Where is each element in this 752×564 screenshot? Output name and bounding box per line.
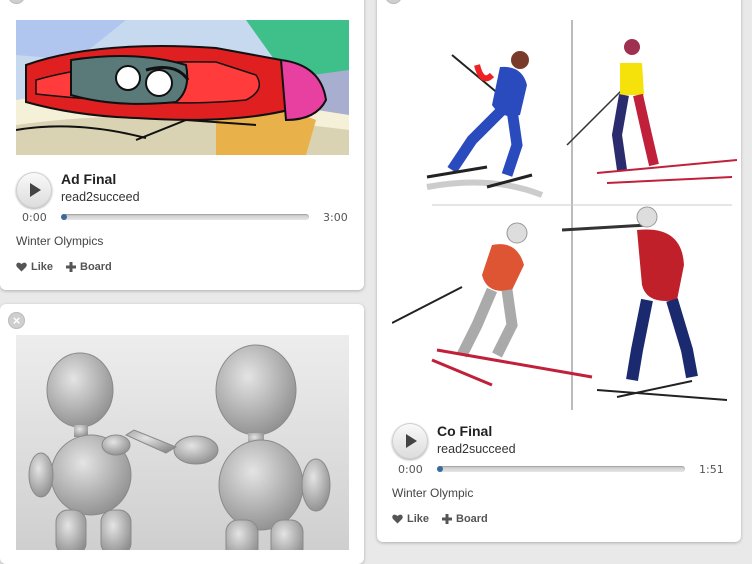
board-button[interactable]: Board bbox=[66, 261, 112, 273]
time-total: 3:00 bbox=[323, 211, 348, 224]
board-label: Board bbox=[456, 513, 488, 525]
like-label: Like bbox=[407, 513, 430, 525]
heart-icon bbox=[392, 514, 403, 524]
time-total: 1:51 bbox=[699, 463, 724, 476]
board-label: Board bbox=[80, 261, 112, 273]
plus-icon bbox=[66, 262, 76, 272]
pin-card-ad-final: × Ad Final read2succeed 0:00 3:00 Wi bbox=[0, 0, 364, 290]
audio-author[interactable]: read2succeed bbox=[61, 190, 140, 204]
audio-title[interactable]: Co Final bbox=[437, 423, 492, 439]
close-icon[interactable]: × bbox=[8, 312, 25, 329]
board-button[interactable]: Board bbox=[442, 513, 488, 525]
audio-title[interactable]: Ad Final bbox=[61, 171, 116, 187]
play-icon bbox=[406, 434, 417, 448]
bobsled-image[interactable] bbox=[16, 20, 349, 155]
play-button[interactable] bbox=[16, 172, 52, 208]
like-button[interactable]: Like bbox=[16, 261, 53, 273]
pin-description: Winter Olympic bbox=[392, 486, 474, 500]
audio-author[interactable]: read2succeed bbox=[437, 442, 516, 456]
progress-knob[interactable] bbox=[437, 466, 443, 472]
biathlon-image[interactable] bbox=[392, 5, 737, 410]
audio-progress-bar[interactable] bbox=[437, 466, 685, 472]
close-icon[interactable]: × bbox=[385, 0, 402, 4]
pin-description: Winter Olympics bbox=[16, 234, 104, 248]
time-current: 0:00 bbox=[398, 463, 423, 476]
audio-progress-bar[interactable] bbox=[61, 214, 309, 220]
play-button[interactable] bbox=[392, 423, 428, 459]
close-icon[interactable]: × bbox=[8, 0, 25, 4]
heart-icon bbox=[16, 262, 27, 272]
like-button[interactable]: Like bbox=[392, 513, 429, 525]
pin-card-figurines: × bbox=[0, 304, 364, 564]
play-icon bbox=[30, 183, 41, 197]
progress-knob[interactable] bbox=[61, 214, 67, 220]
figurines-image[interactable] bbox=[16, 335, 349, 550]
plus-icon bbox=[442, 514, 452, 524]
pin-card-co-final: × bbox=[377, 0, 741, 542]
time-current: 0:00 bbox=[22, 211, 47, 224]
like-label: Like bbox=[31, 261, 54, 273]
